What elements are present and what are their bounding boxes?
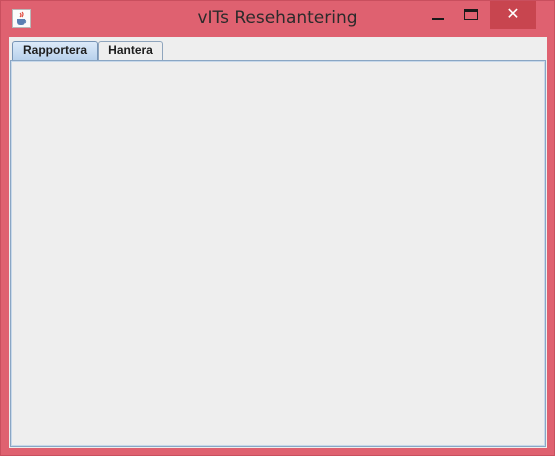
app-window: vITs Resehantering ✕ Rapportera Hantera [0, 0, 555, 456]
minimize-button[interactable] [422, 1, 452, 29]
tab-hantera[interactable]: Hantera [98, 41, 163, 60]
tab-rapportera[interactable]: Rapportera [12, 41, 98, 60]
minimize-icon [432, 18, 444, 20]
maximize-button[interactable] [456, 1, 486, 29]
close-icon: ✕ [506, 4, 520, 23]
maximize-icon [464, 9, 478, 20]
title-bar[interactable]: vITs Resehantering ✕ [1, 1, 554, 37]
tab-content-panel [10, 60, 546, 447]
tab-strip: Rapportera Hantera [9, 37, 547, 61]
close-button[interactable]: ✕ [490, 1, 536, 29]
client-area: Rapportera Hantera [9, 37, 547, 448]
